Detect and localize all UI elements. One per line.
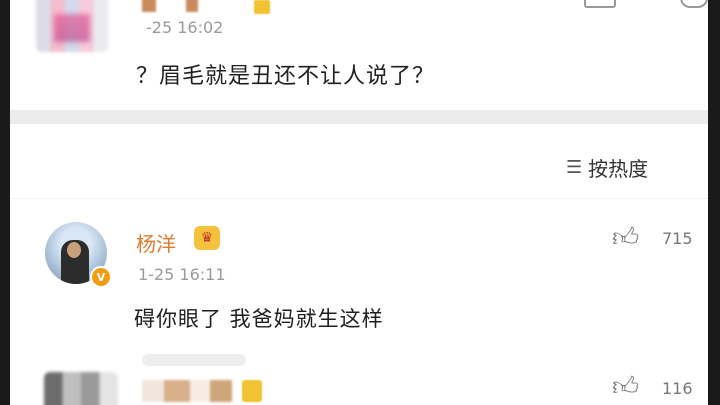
sort-label: 按热度 bbox=[588, 157, 649, 181]
comment-text: 碍你眼了 我爸妈就生这样 bbox=[134, 307, 384, 331]
reply-icon[interactable] bbox=[584, 0, 616, 8]
avatar-blurred[interactable] bbox=[44, 372, 118, 405]
divider-line bbox=[10, 198, 708, 199]
avatar-blurred[interactable] bbox=[36, 0, 108, 52]
username[interactable]: 杨洋 bbox=[136, 228, 176, 257]
member-badge-icon bbox=[254, 0, 270, 14]
section-divider bbox=[10, 110, 708, 124]
sort-by-hot-button[interactable]: ☰ 按热度 bbox=[566, 153, 648, 182]
crown-icon: ♛ bbox=[194, 226, 220, 250]
member-badge-icon bbox=[242, 380, 262, 402]
comment-screen: -25 16:02 ？眉毛就是丑还不让人说了？ ☰ 按热度 V 杨洋 ♛ 1-2… bbox=[10, 0, 708, 405]
thumbs-up-icon[interactable]: 👍︎ bbox=[612, 222, 639, 253]
comment-timestamp: 1-25 16:11 bbox=[138, 265, 226, 284]
username-blurred[interactable] bbox=[142, 380, 232, 402]
like-count: 715 bbox=[662, 229, 693, 248]
reply-preview-bar bbox=[142, 354, 246, 366]
sort-lines-icon: ☰ bbox=[566, 157, 583, 178]
thumbs-up-icon[interactable]: 👍︎ bbox=[612, 371, 639, 402]
comment-timestamp: -25 16:02 bbox=[146, 18, 224, 37]
username-blurred[interactable] bbox=[142, 0, 202, 12]
comment-text: ？眉毛就是丑还不让人说了？ bbox=[136, 64, 436, 89]
like-icon[interactable] bbox=[680, 0, 708, 8]
like-count: 116 bbox=[662, 379, 693, 398]
v-badge-icon: V bbox=[90, 266, 112, 288]
